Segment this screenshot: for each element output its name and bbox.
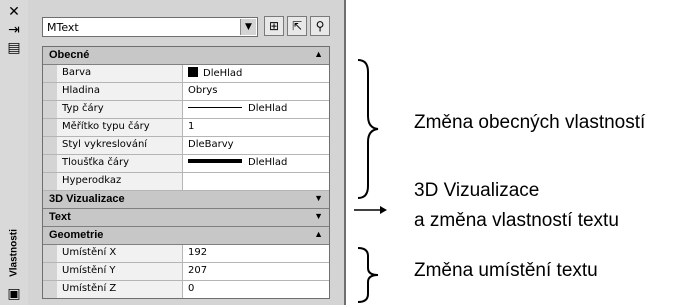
category-text[interactable]: Text ▼ [43, 209, 329, 227]
select-objects-icon[interactable]: ⇱ [287, 16, 307, 36]
general-properties-brace [357, 59, 379, 199]
collapse-icon[interactable]: ▲ [314, 229, 323, 239]
annotation-visual-line2: a změna vlastností textu [414, 210, 619, 231]
geometry-brace [357, 247, 379, 303]
property-grid: Obecné ▲ Barva DleHlad Hladina Obrys Typ… [42, 46, 330, 299]
property-row-position-z[interactable]: Umístění Z 0 [43, 281, 329, 298]
property-row-hyperlink[interactable]: Hyperodkaz [43, 173, 329, 191]
property-row-linetype-scale[interactable]: Měřítko typu čáry 1 [43, 119, 329, 137]
lineweight-sample [188, 159, 242, 163]
expand-icon[interactable]: ▼ [314, 193, 323, 203]
expand-icon[interactable]: ▼ [314, 211, 323, 221]
property-row-layer[interactable]: Hladina Obrys [43, 83, 329, 101]
property-row-linetype[interactable]: Typ čáry DleHlad [43, 101, 329, 119]
object-type-dropdown[interactable]: MText ▼ [42, 17, 258, 37]
toggle-pickadd-icon[interactable]: ⊞ [264, 16, 284, 36]
palette-icon: ▣ [7, 286, 21, 302]
category-3d-visualization[interactable]: 3D Vizualizace ▼ [43, 191, 329, 209]
linetype-sample [188, 107, 242, 108]
property-row-position-x[interactable]: Umístění X 192 [43, 245, 329, 263]
color-swatch [188, 67, 198, 77]
annotation-position: Změna umístění textu [414, 260, 598, 281]
quick-select-icon[interactable]: ⚲ [310, 16, 330, 36]
auto-hide-icon[interactable]: ⇥ [6, 22, 22, 38]
annotation-general: Změna obecných vlastností [414, 112, 646, 133]
category-geometry[interactable]: Geometrie ▲ [43, 227, 329, 245]
properties-menu-icon[interactable]: ▤ [6, 40, 22, 56]
palette-title-strip: ✕ ⇥ ▤ Vlastnosti ▣ [0, 0, 29, 305]
object-type-value: MText [47, 21, 79, 34]
property-row-plot-style[interactable]: Styl vykreslování DleBarvy [43, 137, 329, 155]
palette-title: Vlastnosti [8, 229, 20, 277]
annotation-visual-line1: 3D Vizualizace [414, 180, 540, 201]
collapse-icon[interactable]: ▲ [314, 49, 323, 59]
arrow-icon [354, 206, 387, 214]
property-row-position-y[interactable]: Umístění Y 207 [43, 263, 329, 281]
property-row-color[interactable]: Barva DleHlad [43, 65, 329, 83]
category-general[interactable]: Obecné ▲ [43, 47, 329, 65]
close-icon[interactable]: ✕ [6, 4, 22, 20]
property-row-lineweight[interactable]: Tloušťka čáry DleHlad [43, 155, 329, 173]
chevron-down-icon[interactable]: ▼ [240, 19, 256, 35]
